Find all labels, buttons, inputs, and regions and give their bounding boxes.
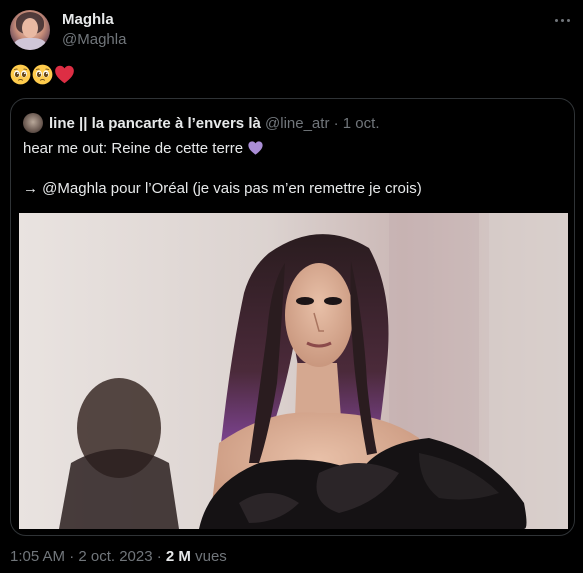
pleading-face-emoji xyxy=(10,64,31,85)
author-handle[interactable]: @Maghla xyxy=(62,31,126,48)
quoted-text: hear me out: Reine de cette terre → @Mag… xyxy=(23,139,422,199)
quoted-tweet[interactable]: line || la pancarte à l’envers là @line_… xyxy=(10,98,575,536)
tweet-timestamp[interactable]: 1:05 AM · 2 oct. 2023 · xyxy=(10,548,166,565)
quoted-line-3: → @Maghla pour l’Oréal (je vais pas m’en… xyxy=(23,180,422,197)
user-avatar[interactable] xyxy=(10,10,50,50)
tweet: Maghla @Maghla line || la pancarte à l’e… xyxy=(0,0,583,573)
quoted-separator: · xyxy=(329,115,343,132)
tweet-text xyxy=(10,64,75,85)
quoted-author-name[interactable]: line || la pancarte à l’envers là xyxy=(49,115,261,132)
quoted-author-avatar[interactable] xyxy=(23,113,43,133)
quoted-date[interactable]: 1 oct. xyxy=(343,115,380,132)
author-display-name[interactable]: Maghla xyxy=(62,11,114,28)
purple-heart-emoji xyxy=(248,141,263,155)
views-label: vues xyxy=(190,548,227,565)
avatar-shirt xyxy=(14,38,46,50)
quoted-author-handle[interactable]: @line_atr xyxy=(265,115,329,132)
quoted-line-1: hear me out: Reine de cette terre xyxy=(23,140,248,157)
runway-photo[interactable] xyxy=(19,213,568,529)
pleading-face-emoji xyxy=(32,64,53,85)
avatar-face xyxy=(22,18,38,38)
tweet-metadata: 1:05 AM · 2 oct. 2023 · 2 M vues xyxy=(10,548,227,565)
quoted-header: line || la pancarte à l’envers là @line_… xyxy=(49,115,379,132)
views-count: 2 M xyxy=(165,548,191,565)
more-options-icon[interactable] xyxy=(552,14,572,26)
runway-photo-illustration xyxy=(19,213,568,529)
red-heart-emoji xyxy=(55,65,74,84)
